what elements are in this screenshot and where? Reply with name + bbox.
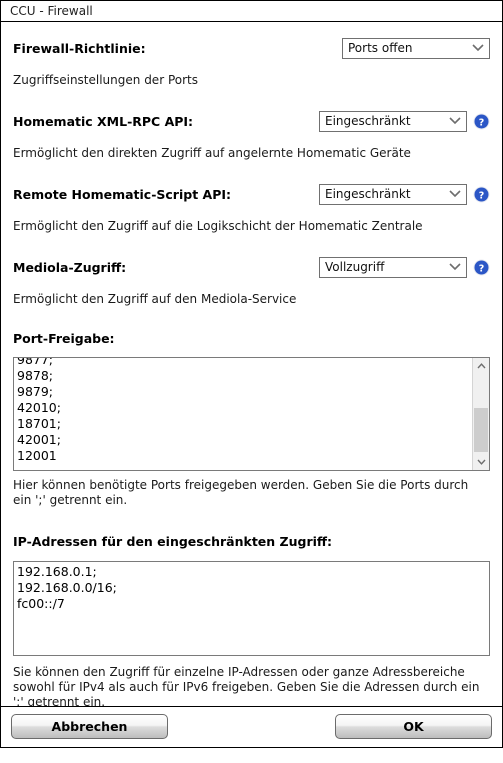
hint-script-api: Ermöglicht den Zugriff auf die Logikschi… bbox=[13, 219, 423, 233]
hint-port-release: Hier können benötigte Ports freigegeben … bbox=[13, 478, 469, 507]
help-circle-icon-script-api[interactable]: ? bbox=[473, 186, 490, 203]
textarea-port-release[interactable]: 9877; 9878; 9879; 42010; 18701; 42001; 1… bbox=[13, 357, 490, 471]
dialog-button-bar: Abbrechen OK bbox=[1, 706, 502, 747]
hint-firewall-policy: Zugriffseinstellungen der Ports bbox=[13, 73, 198, 87]
ok-button[interactable]: OK bbox=[335, 714, 492, 739]
window-title: CCU - Firewall bbox=[10, 4, 93, 18]
window-title-bar: CCU - Firewall bbox=[1, 1, 502, 22]
select-xmlrpc-api[interactable]: Eingeschränkt bbox=[319, 111, 467, 132]
scroll-up-arrow-icon[interactable] bbox=[473, 358, 489, 374]
field-row-firewall-policy: Firewall-Richtlinie: Ports offen bbox=[13, 38, 490, 59]
select-firewall-policy[interactable]: Ports offen bbox=[342, 38, 490, 59]
field-row-xmlrpc-api: Homematic XML-RPC API: Eingeschränkt ? bbox=[13, 111, 490, 132]
select-wrap-mediola-access: Vollzugriff bbox=[319, 257, 467, 278]
label-ip-addresses: IP-Adressen für den eingeschränkten Zugr… bbox=[13, 534, 333, 549]
scrollbar-port-release[interactable] bbox=[472, 358, 489, 470]
textarea-port-release-value: 9877; 9878; 9879; 42010; 18701; 42001; 1… bbox=[17, 357, 61, 463]
scroll-down-arrow-icon[interactable] bbox=[473, 454, 489, 470]
field-row-script-api: Remote Homematic-Script API: Eingeschrän… bbox=[13, 184, 490, 205]
hint-ip-addresses: Sie können den Zugriff für einzelne IP-A… bbox=[13, 665, 480, 709]
select-script-api[interactable]: Eingeschränkt bbox=[319, 184, 467, 205]
svg-text:?: ? bbox=[479, 263, 485, 274]
select-wrap-firewall-policy: Ports offen bbox=[342, 38, 490, 59]
help-circle-icon-mediola-access[interactable]: ? bbox=[473, 259, 490, 276]
scrollbar-thumb-port-release[interactable] bbox=[474, 408, 488, 452]
label-port-release: Port-Freigabe: bbox=[13, 331, 115, 346]
select-wrap-xmlrpc-api: Eingeschränkt bbox=[319, 111, 467, 132]
select-mediola-access[interactable]: Vollzugriff bbox=[319, 257, 467, 278]
label-firewall-policy: Firewall-Richtlinie: bbox=[13, 41, 146, 56]
textarea-ip-addresses-value: 192.168.0.1; 192.168.0.0/16; fc00::/7 bbox=[17, 564, 117, 611]
hint-xmlrpc-api: Ermöglicht den direkten Zugriff auf ange… bbox=[13, 146, 411, 160]
label-xmlrpc-api: Homematic XML-RPC API: bbox=[13, 114, 194, 129]
help-circle-icon-xmlrpc-api[interactable]: ? bbox=[473, 113, 490, 130]
textarea-ip-addresses[interactable]: 192.168.0.1; 192.168.0.0/16; fc00::/7 bbox=[13, 561, 490, 656]
hint-mediola-access: Ermöglicht den Zugriff auf den Mediola-S… bbox=[13, 292, 297, 306]
cancel-button[interactable]: Abbrechen bbox=[11, 714, 168, 739]
svg-text:?: ? bbox=[479, 117, 485, 128]
svg-text:?: ? bbox=[479, 190, 485, 201]
dialog-content: Firewall-Richtlinie: Ports offen Zugriff… bbox=[1, 38, 502, 763]
label-script-api: Remote Homematic-Script API: bbox=[13, 187, 232, 202]
label-mediola-access: Mediola-Zugriff: bbox=[13, 260, 127, 275]
select-wrap-script-api: Eingeschränkt bbox=[319, 184, 467, 205]
field-row-mediola-access: Mediola-Zugriff: Vollzugriff ? bbox=[13, 257, 490, 278]
firewall-dialog: CCU - Firewall Firewall-Richtlinie: Port… bbox=[0, 0, 503, 748]
